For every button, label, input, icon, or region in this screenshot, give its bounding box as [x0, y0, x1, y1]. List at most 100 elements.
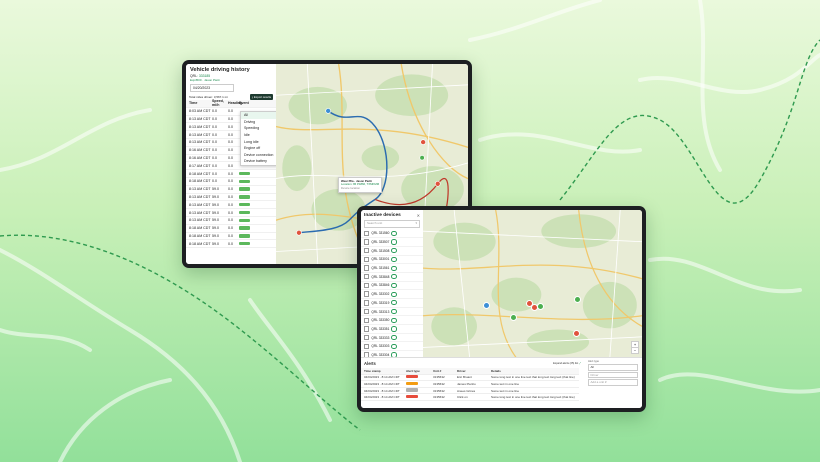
map-pin-green[interactable]	[537, 303, 544, 310]
list-item[interactable]: QRL 333333	[361, 334, 423, 343]
table-row[interactable]: 04/04/2023 · 8:14 AM CDT 3135632 Click on S…	[361, 394, 579, 401]
list-item[interactable]: QRL 333303	[361, 342, 423, 352]
event-badge	[239, 203, 250, 207]
map-pin-green[interactable]	[510, 314, 517, 321]
date-picker[interactable]: 04/20/2023	[190, 84, 234, 92]
device-name: QRL 333848	[371, 274, 390, 279]
list-item[interactable]: QRL 333313	[361, 308, 423, 317]
table-row[interactable]: 8:18 AM CDT 0.0 0.0	[186, 170, 276, 178]
table-row[interactable]: 8:13 AM CDT 59.0 0.0	[186, 201, 276, 210]
list-item[interactable]: QRL 331508	[361, 247, 423, 256]
table-row[interactable]: 8:18 AM CDT 59.0 0.0	[186, 233, 276, 241]
col-driver: Driver	[457, 368, 466, 373]
device-checkbox[interactable]	[364, 274, 370, 280]
event-option-speeding[interactable]: Speeding	[241, 125, 277, 132]
alert-type-select[interactable]: All	[588, 364, 638, 371]
cell-time: 8:13 AM CDT	[189, 210, 211, 215]
device-search-input[interactable]: Search unit ▾	[364, 220, 420, 228]
device-name: QRL 333001	[371, 257, 390, 262]
device-name: QRL 333313	[371, 309, 390, 314]
event-option-driving[interactable]: Driving	[241, 119, 277, 126]
table-row[interactable]: 8:13 AM CDT 59.0 0.0	[186, 209, 276, 217]
list-item[interactable]: QRL 333351	[361, 325, 423, 334]
table-row[interactable]: 8:13 AM CDT 59.0 0.0	[186, 217, 276, 225]
device-checkbox[interactable]	[364, 343, 370, 349]
event-option-device-battery[interactable]: Device battery	[241, 158, 277, 165]
device-checkbox[interactable]	[364, 265, 370, 271]
col-event[interactable]: Event	[239, 101, 249, 105]
history-table-header: Time Speed, mi/h Heading Event	[186, 99, 276, 108]
event-option-idle[interactable]: Idle	[241, 132, 277, 139]
event-option-engine-off[interactable]: Engine off	[241, 145, 277, 152]
cell-speed: 0.0	[212, 109, 217, 114]
col-heading: Heading	[228, 101, 243, 106]
driver-filter-input[interactable]: Driver	[588, 371, 638, 379]
device-checkbox[interactable]	[364, 248, 370, 254]
alert-type-value: All	[590, 365, 594, 369]
table-row[interactable]: 8:13 AM CDT 59.0 0.0	[186, 194, 276, 202]
history-title: Vehicle driving history	[190, 67, 250, 73]
list-item[interactable]: QRL 331561	[361, 264, 423, 273]
event-option-device-connection[interactable]: Device connection	[241, 152, 277, 159]
table-row[interactable]: 04/04/2023 · 8:14 AM CDT 3135632 Anees Gri…	[361, 388, 579, 395]
list-item[interactable]: QRL 333350	[361, 316, 423, 326]
map-pin-red[interactable]	[573, 330, 580, 337]
device-checkbox[interactable]	[364, 326, 370, 332]
history-panel: Vehicle driving history QRL: 333185 Expi…	[186, 64, 278, 264]
device-checkbox[interactable]	[364, 256, 370, 263]
table-row[interactable]: 8:18 AM CDT 59.0 0.0	[186, 225, 276, 233]
location-popup[interactable]: Wear Pila · Jason Pietti Location: 86 P4…	[338, 177, 383, 194]
list-item[interactable]: QRL 333507	[361, 238, 423, 247]
list-item[interactable]: QRL 333846	[361, 282, 423, 291]
alert-type-badge	[406, 381, 418, 386]
device-checkbox[interactable]	[364, 230, 370, 237]
device-checkbox[interactable]	[364, 291, 370, 297]
cell-heading: 0.0	[228, 210, 233, 215]
event-option-long-idle[interactable]: Long idle	[241, 138, 277, 145]
map-pin-blue[interactable]	[483, 302, 490, 309]
device-checkbox[interactable]	[364, 239, 370, 245]
cell-heading: 0.0	[228, 124, 233, 129]
device-checkbox[interactable]	[364, 334, 370, 341]
devices-map-canvas	[423, 210, 642, 358]
map-pin-green[interactable]	[574, 296, 581, 303]
status-check-icon	[391, 265, 397, 271]
table-row[interactable]: 04/04/2023 · 8:14 AM CDT 3135632 James Pie…	[361, 381, 579, 388]
list-item[interactable]: QRL 331560	[361, 230, 423, 239]
device-name: QRL 331561	[371, 266, 390, 271]
zoom-out-button[interactable]: −	[632, 347, 638, 353]
event-badge	[239, 234, 250, 238]
status-check-icon	[391, 291, 397, 297]
unit-filter-input[interactable]: Add a unit #	[588, 379, 638, 386]
export-button[interactable]: ⤓ Export results	[249, 94, 273, 100]
table-row[interactable]: 8:13 AM CDT 59.0 0.0	[186, 186, 276, 194]
close-icon[interactable]: ✕	[417, 213, 420, 218]
status-check-icon	[391, 256, 397, 262]
col-alert-type: Alert type	[406, 368, 420, 373]
table-row[interactable]: 8:18 AM CDT 59.0 0.0	[186, 240, 276, 249]
table-row[interactable]: 8:18 AM CDT 0.0 0.0	[186, 178, 276, 186]
devices-map[interactable]: + −	[423, 210, 642, 358]
device-checkbox[interactable]	[364, 308, 370, 315]
device-checkbox[interactable]	[364, 300, 370, 306]
col-timestamp: Time stamp	[364, 368, 381, 373]
table-row[interactable]: 04/04/2023 · 8:14 AM CDT 3135632 Eric Brua…	[361, 375, 579, 382]
list-item[interactable]: QRL 333319	[361, 299, 423, 308]
device-checkbox[interactable]	[364, 317, 370, 323]
list-item[interactable]: QRL 333302	[361, 290, 423, 299]
cell-time: 8:16 AM CDT	[189, 155, 211, 160]
device-checkbox[interactable]	[364, 282, 370, 289]
expand-alerts-link[interactable]: Expand alerts (25) list ⤢	[553, 362, 581, 365]
cell-heading: 0.0	[228, 148, 233, 153]
alert-type-label: Alert type	[588, 360, 599, 363]
cell-heading: 0.0	[228, 171, 233, 176]
cell-heading: 0.0	[228, 233, 233, 238]
status-check-icon	[391, 343, 397, 349]
event-option-all[interactable]: All	[241, 112, 277, 119]
cell-heading: 0.0	[228, 218, 233, 223]
cell-speed: 0.0	[212, 155, 217, 160]
device-name: QRL 333350	[371, 318, 390, 323]
list-item[interactable]: QRL 333001	[361, 256, 423, 265]
status-check-icon	[391, 300, 397, 306]
list-item[interactable]: QRL 333848	[361, 273, 423, 282]
